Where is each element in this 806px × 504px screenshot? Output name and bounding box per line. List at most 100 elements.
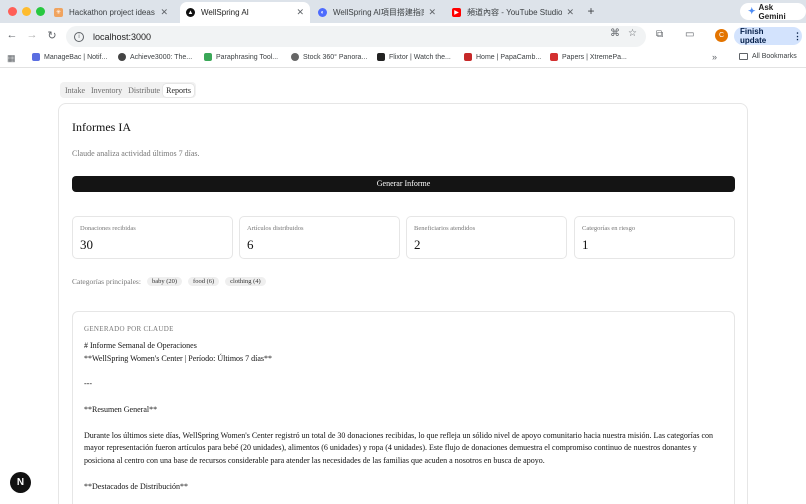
tab-favicon-icon: ▶	[452, 8, 461, 17]
bookmark-favicon-icon	[118, 53, 126, 61]
more-menu-icon: ⋮	[793, 30, 802, 41]
bookmark-favicon-icon	[204, 53, 212, 61]
tab-title: WellSpring AI	[201, 8, 249, 17]
nextjs-dev-indicator[interactable]: N	[10, 472, 31, 493]
profile-avatar[interactable]: C	[715, 29, 728, 42]
back-arrow-icon[interactable]: ←	[5, 29, 19, 41]
bookmark-xtremepapers[interactable]: Papers | XtremePa...	[550, 53, 627, 61]
tab-favicon-icon: ✳	[54, 8, 63, 17]
tab-close-icon[interactable]: ✕	[296, 7, 304, 18]
report-line: ---	[84, 379, 92, 389]
stat-card-donations: Donaciones recibidas 30	[72, 216, 233, 259]
stat-card-distributed: Artículos distribuidos 6	[239, 216, 400, 259]
tab-reports[interactable]: Reports	[163, 83, 194, 97]
reports-card: Informes IA Claude analiza actividad últ…	[58, 103, 748, 504]
page-subtitle: Claude analiza actividad últimos 7 días.	[72, 149, 200, 158]
bookmark-favicon-icon	[377, 53, 385, 61]
bookmark-papacambridge[interactable]: Home | PapaCamb...	[464, 53, 541, 61]
browser-tab-guide[interactable]: ◐ WellSpring AI項目搭建指南迅 ✕	[312, 2, 442, 23]
tab-favicon-icon: ◐	[318, 8, 327, 17]
page-title: Informes IA	[72, 120, 131, 134]
window-close-button[interactable]	[8, 7, 17, 16]
stat-label: Donaciones recibidas	[80, 225, 136, 232]
more-bookmarks-chevron-icon[interactable]: »	[712, 52, 717, 62]
bookmark-favicon-icon	[291, 53, 299, 61]
report-line: **WellSpring Women's Center | Período: Ú…	[84, 353, 273, 363]
report-line: **Destacados de Distribución**	[84, 481, 188, 491]
stat-value: 1	[582, 237, 589, 252]
report-line: **Resumen General**	[84, 404, 158, 414]
generated-report-panel: GENERADO POR CLAUDE # Informe Semanal de…	[72, 311, 735, 504]
reload-icon[interactable]: ↻	[45, 29, 59, 42]
site-info-icon[interactable]: i	[74, 31, 84, 42]
bookmark-label: Achieve3000: The...	[130, 53, 193, 61]
url-text[interactable]: localhost:3000	[93, 32, 151, 42]
tab-favicon-icon: ▲	[186, 8, 195, 17]
translate-icon[interactable]: ⌘	[610, 28, 620, 39]
browser-toolbar: ← → ↻ i localhost:3000 ⌘ ☆ ⧉ ▭ C Finish …	[0, 23, 806, 49]
bookmark-label: ManageBac | Notif...	[44, 53, 108, 61]
stat-value: 30	[80, 237, 93, 252]
tab-close-icon[interactable]: ✕	[428, 7, 436, 18]
all-bookmarks-label: All Bookmarks	[752, 53, 797, 60]
bookmark-label: Home | PapaCamb...	[476, 53, 542, 61]
new-tab-button[interactable]: +	[584, 4, 598, 18]
browser-tab-strip: ✳ Hackathon project ideas for a ✕ ▲ Well…	[0, 0, 806, 23]
bookmark-flixtor[interactable]: Flixtor | Watch the...	[377, 53, 451, 61]
generate-report-button[interactable]: Generar Informe	[72, 176, 735, 192]
bookmark-paraphrasing[interactable]: Paraphrasing Tool...	[204, 53, 278, 61]
bookmark-label: Papers | XtremePa...	[562, 53, 627, 61]
bookmark-stock360[interactable]: Stock 360° Panora...	[291, 53, 367, 61]
extensions-icon[interactable]: ⧉	[656, 29, 663, 40]
bookmark-achieve3000[interactable]: Achieve3000: The...	[118, 53, 192, 61]
tab-inventory[interactable]: Inventory	[88, 84, 125, 97]
tab-title: Hackathon project ideas for a	[69, 8, 156, 17]
bookmark-favicon-icon	[550, 53, 558, 61]
window-zoom-button[interactable]	[36, 7, 45, 16]
bookmark-label: Flixtor | Watch the...	[389, 53, 451, 61]
cast-icon[interactable]: ▭	[685, 29, 694, 40]
tab-title: 頻道內容 - YouTube Studio	[467, 8, 563, 17]
category-chip: baby (20)	[146, 277, 183, 286]
ask-gemini-label: Ask Gemini	[758, 2, 786, 21]
top-categories: Categorías principales: baby (20) food (…	[72, 277, 266, 286]
tab-title: WellSpring AI項目搭建指南迅	[333, 8, 424, 17]
page-content: Intake Inventory Distribute Reports Info…	[0, 68, 806, 504]
bookmark-favicon-icon	[464, 53, 472, 61]
bookmark-label: Paraphrasing Tool...	[216, 53, 279, 61]
bookmark-favicon-icon	[32, 53, 40, 61]
tab-close-icon[interactable]: ✕	[160, 7, 168, 18]
category-chip: clothing (4)	[225, 277, 266, 286]
stat-value: 2	[414, 237, 421, 252]
bookmarks-bar: ▦ ManageBac | Notif... Achieve3000: The.…	[0, 49, 806, 68]
tab-intake[interactable]: Intake	[62, 84, 88, 97]
browser-tab-youtube-studio[interactable]: ▶ 頻道內容 - YouTube Studio ✕	[446, 2, 580, 23]
tab-distribute[interactable]: Distribute	[125, 84, 163, 97]
bookmark-managebac[interactable]: ManageBac | Notif...	[32, 53, 107, 61]
all-bookmarks-button[interactable]: All Bookmarks	[739, 53, 797, 60]
finish-update-label: Finish update	[740, 27, 767, 45]
report-line	[84, 468, 724, 481]
finish-update-button[interactable]: Finish update ⋮	[734, 27, 802, 45]
gemini-spark-icon: ✦	[748, 6, 756, 16]
forward-arrow-icon[interactable]: →	[25, 29, 39, 41]
bookmark-label: Stock 360° Panora...	[303, 53, 368, 61]
browser-tab-hackathon[interactable]: ✳ Hackathon project ideas for a ✕	[48, 2, 174, 23]
bookmark-star-icon[interactable]: ☆	[628, 28, 637, 39]
window-minimize-button[interactable]	[22, 7, 31, 16]
section-tabs: Intake Inventory Distribute Reports	[60, 82, 196, 98]
top-categories-label: Categorías principales:	[72, 277, 141, 286]
address-bar[interactable]: i localhost:3000	[66, 26, 646, 47]
report-line	[84, 366, 724, 379]
tab-close-icon[interactable]: ✕	[566, 7, 574, 18]
apps-grid-icon[interactable]: ▦	[7, 53, 16, 64]
ask-gemini-button[interactable]: ✦ Ask Gemini	[740, 2, 806, 21]
stat-card-at-risk: Categorías en riesgo 1	[574, 216, 735, 259]
report-line: # Informe Semanal de Operaciones	[84, 341, 197, 350]
report-body: # Informe Semanal de Operaciones **WellS…	[84, 340, 724, 494]
report-line	[84, 417, 724, 430]
generated-by-label: GENERADO POR CLAUDE	[84, 325, 174, 333]
folder-icon	[739, 53, 748, 60]
browser-tab-wellspring[interactable]: ▲ WellSpring AI ✕	[180, 2, 310, 23]
stat-label: Beneficiarios atendidos	[414, 225, 476, 232]
